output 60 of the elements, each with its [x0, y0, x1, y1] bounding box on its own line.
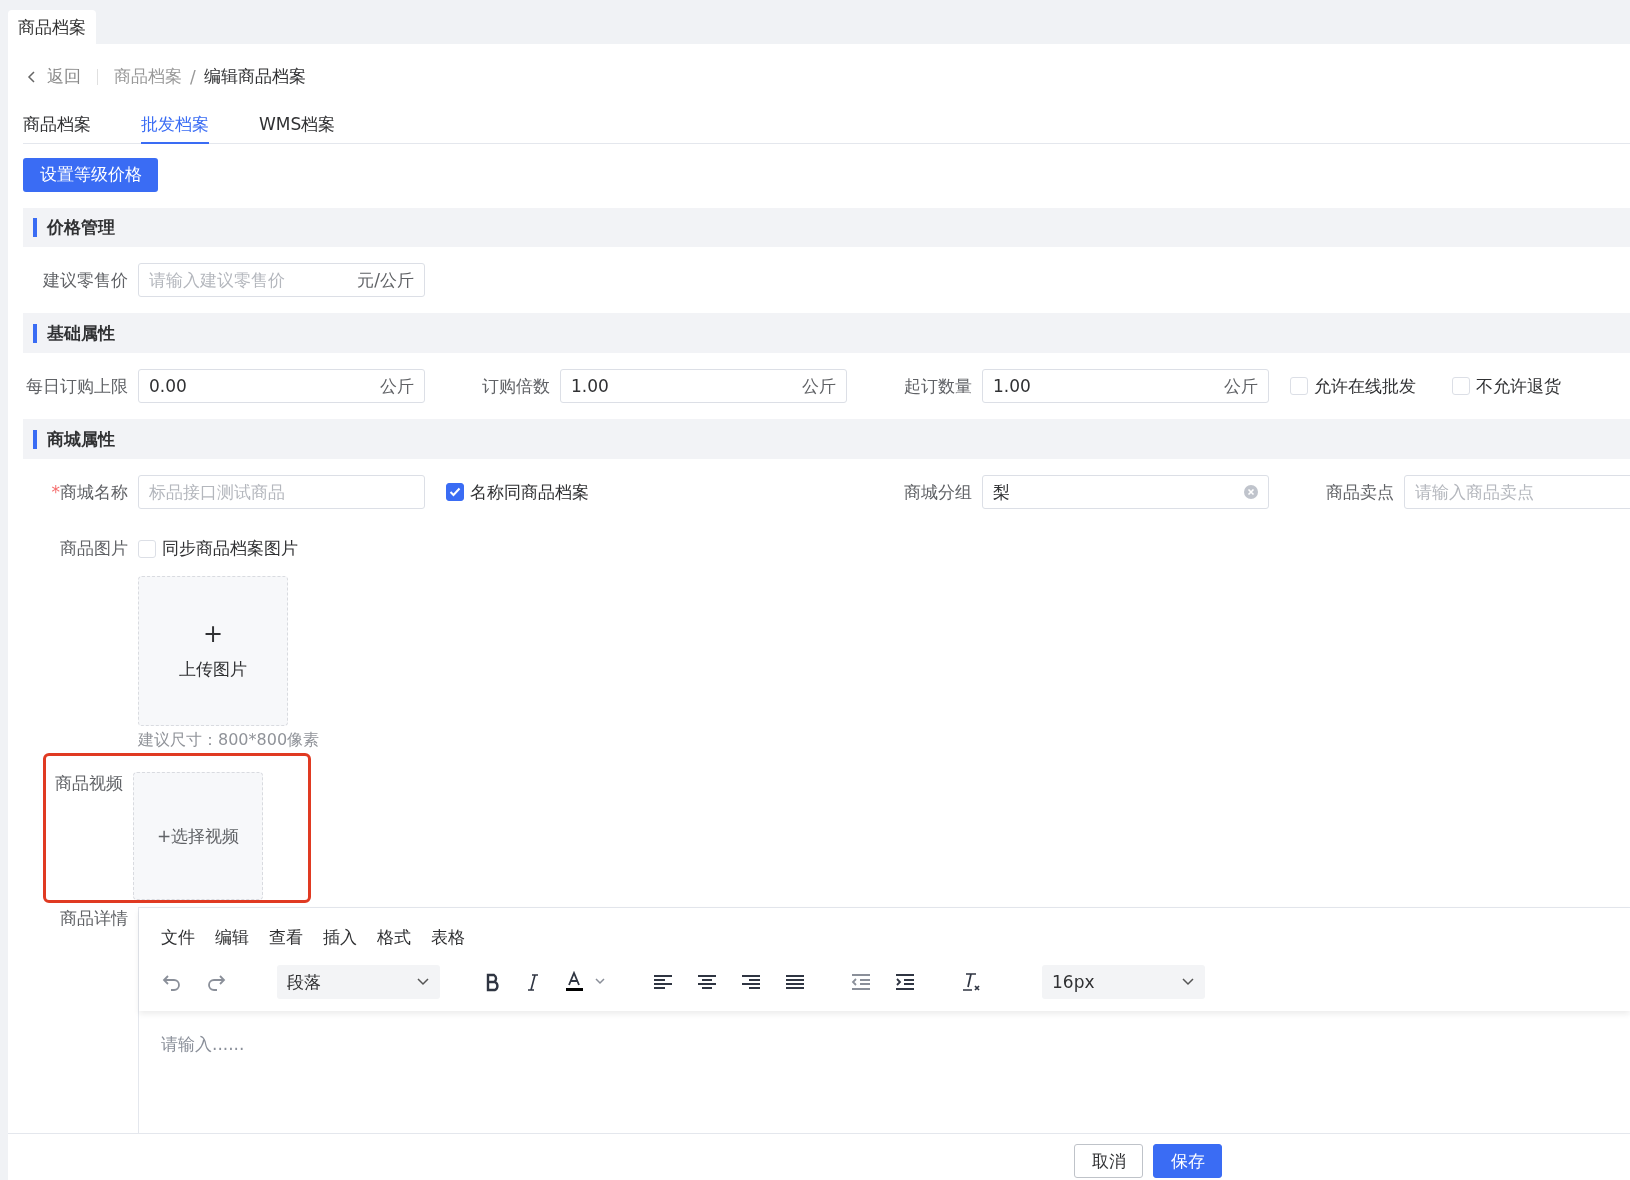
chevron-left-icon: [27, 69, 37, 84]
redo-icon[interactable]: [205, 972, 227, 993]
field-label: 商品卖点: [1325, 480, 1394, 504]
chevron-down-icon: [1181, 977, 1195, 988]
block-format-select[interactable]: 段落: [277, 965, 440, 1000]
chevron-down-icon: [416, 977, 430, 988]
tab[interactable]: WMS档案: [259, 113, 336, 145]
outdent-icon[interactable]: [850, 972, 872, 993]
indent-icon[interactable]: [894, 972, 916, 993]
input-field[interactable]: 1.00 公斤: [560, 369, 847, 404]
cancel-button[interactable]: 取消: [1074, 1144, 1143, 1179]
menu-item[interactable]: 插入: [323, 926, 357, 950]
unit-label: 公斤: [1224, 374, 1258, 398]
undo-icon[interactable]: [161, 972, 183, 993]
image-upload-button[interactable]: + 上传图片: [138, 576, 288, 727]
tab[interactable]: 商品档案: [23, 113, 91, 145]
menu-item[interactable]: 表格: [431, 926, 465, 950]
breadcrumb-item: 编辑商品档案: [203, 65, 306, 89]
menu-item[interactable]: 编辑: [215, 926, 249, 950]
menu-item[interactable]: 格式: [377, 926, 411, 950]
menu-item[interactable]: 文件: [161, 926, 195, 950]
page-tab[interactable]: 商品档案: [8, 10, 96, 44]
field-label: 起订数量: [903, 374, 972, 398]
required-mark: *: [51, 481, 60, 502]
clear-format-icon[interactable]: [960, 971, 982, 994]
set-price-button[interactable]: 设置等级价格: [23, 157, 158, 192]
group-select[interactable]: 梨: [982, 475, 1269, 510]
checkbox-label: 允许在线批发: [1314, 374, 1416, 398]
section-title: 基础属性: [47, 321, 115, 345]
unit-label: 公斤: [380, 374, 414, 398]
checkbox-label: 名称同商品档案: [470, 480, 589, 504]
field-label: 每日订购上限: [25, 374, 128, 398]
save-button[interactable]: 保存: [1153, 1144, 1222, 1179]
breadcrumb-separator: /: [190, 66, 196, 87]
tab[interactable]: 批发档案: [141, 113, 209, 145]
font-size-select[interactable]: 16px: [1042, 965, 1205, 1000]
section-title: 商城属性: [47, 427, 115, 451]
field-label: 商品详情: [59, 907, 128, 931]
input-field[interactable]: 请输入建议零售价 元/公斤: [138, 263, 425, 298]
section-title: 价格管理: [47, 216, 115, 239]
text-color-icon[interactable]: [564, 971, 608, 994]
size-hint: 建议尺寸：800*800像素: [138, 730, 320, 752]
input-field[interactable]: 0.00 公斤: [138, 369, 425, 404]
field-label: 商品图片: [59, 537, 128, 561]
input-field[interactable]: 1.00 公斤: [982, 369, 1269, 404]
video-upload-button[interactable]: +选择视频: [133, 772, 263, 901]
back-link[interactable]: 返回: [27, 65, 81, 89]
editor-placeholder: 请输入......: [161, 1034, 245, 1055]
checkbox[interactable]: [446, 483, 464, 502]
field-label: *商城名称: [50, 480, 128, 504]
menu-item[interactable]: 查看: [269, 926, 303, 950]
checkbox-label: 不允许退货: [1476, 374, 1561, 398]
unit-label: 元/公斤: [357, 268, 414, 292]
bold-icon[interactable]: [484, 972, 502, 993]
unit-label: 公斤: [802, 374, 836, 398]
field-label: 建议零售价: [42, 268, 128, 292]
field-label: 订购倍数: [481, 374, 550, 398]
field-label: 商城分组: [903, 480, 972, 504]
field-label: 商品视频: [54, 772, 123, 796]
checkbox-label: 同步商品档案图片: [162, 537, 298, 561]
